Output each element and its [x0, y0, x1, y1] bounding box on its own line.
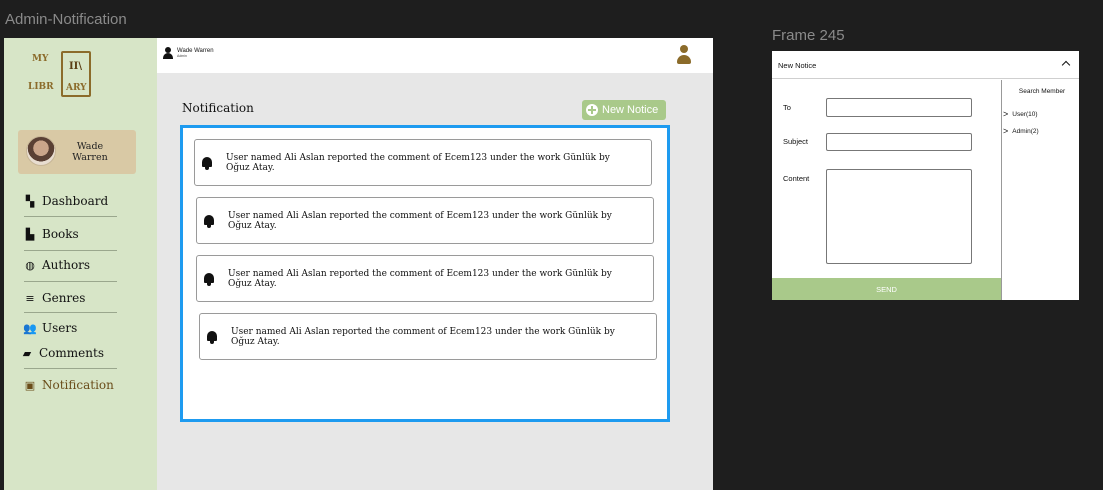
genres-icon: ≡	[25, 291, 35, 305]
subject-label: Subject	[783, 137, 809, 146]
my-library-logo: MY LIBR II\ ARY	[26, 50, 98, 102]
sidebar-item-comments[interactable]: ▰ Comments	[21, 343, 114, 363]
divider	[24, 250, 117, 251]
bell-icon	[203, 214, 215, 228]
send-button[interactable]: SEND	[772, 278, 1001, 300]
notification-item[interactable]: User named Ali Aslan reported the commen…	[196, 255, 654, 302]
sidebar-item-notification[interactable]: ▣ Notification	[24, 375, 117, 395]
sidebar-item-dashboard[interactable]: ▚ Dashboard	[24, 191, 117, 211]
bell-icon	[203, 272, 215, 286]
frame-label-frame-245: Frame 245	[772, 27, 845, 44]
member-group-label: Admin(2)	[1012, 127, 1039, 135]
sidebar-item-label: Authors	[42, 258, 91, 272]
member-group-admin[interactable]: > Admin(2)	[1003, 126, 1039, 136]
notification-item[interactable]: User named Ali Aslan reported the commen…	[196, 197, 654, 244]
search-member-label[interactable]: Search Member	[1008, 88, 1076, 95]
frame-label-admin: Admin-Notification	[5, 11, 127, 28]
member-group-user[interactable]: > User(10)	[1003, 109, 1038, 119]
page-title: Notification	[182, 101, 254, 115]
authors-icon: ◍	[25, 258, 35, 272]
avatar	[26, 136, 56, 166]
logo-box: II\ ARY	[61, 51, 91, 97]
plus-circle-icon	[586, 104, 598, 116]
sidebar-item-books[interactable]: ▙ Books	[24, 224, 117, 244]
user-icon	[163, 47, 173, 59]
sidebar: MY LIBR II\ ARY Wade Warren ▚ Dashboard …	[4, 38, 157, 490]
sidebar-item-label: Books	[42, 227, 79, 241]
notification-text: User named Ali Aslan reported the commen…	[228, 210, 612, 231]
new-notice-label: New Notice	[602, 104, 659, 116]
sidebar-item-label: Notification	[42, 378, 114, 392]
profile-name: Wade Warren	[72, 141, 108, 163]
notification-item[interactable]: User named Ali Aslan reported the commen…	[194, 139, 652, 186]
notification-text: User named Ali Aslan reported the commen…	[226, 152, 610, 173]
divider	[24, 216, 117, 217]
chevron-right-icon: >	[1003, 109, 1009, 119]
profile-card[interactable]: Wade Warren	[18, 130, 136, 174]
subject-field[interactable]	[826, 133, 972, 151]
comments-icon: ▰	[22, 346, 32, 360]
chevron-up-icon[interactable]	[1062, 59, 1070, 67]
to-label: To	[783, 103, 791, 112]
divider	[24, 368, 117, 369]
sidebar-item-label: Users	[42, 321, 78, 335]
notification-text: User named Ali Aslan reported the commen…	[228, 268, 612, 289]
topbar-user-role: Admin	[177, 54, 187, 58]
logo-text-libr: LIBR	[28, 82, 54, 92]
sidebar-item-genres[interactable]: ≡ Genres	[24, 288, 117, 308]
sidebar-item-label: Comments	[39, 346, 104, 360]
logo-text-ary: ARY	[66, 83, 87, 93]
dashboard-icon: ▚	[25, 194, 35, 208]
admin-notification-frame: MY LIBR II\ ARY Wade Warren ▚ Dashboard …	[4, 38, 713, 490]
books-icon: ▙	[25, 227, 35, 241]
bell-icon	[206, 330, 218, 344]
divider	[1001, 80, 1002, 300]
topbar-user[interactable]: Wade Warren Admin	[163, 47, 214, 59]
sidebar-item-users[interactable]: 👥 Users	[23, 318, 117, 338]
new-notice-button[interactable]: New Notice	[582, 100, 666, 120]
sidebar-item-authors[interactable]: ◍ Authors	[24, 255, 117, 275]
new-notice-title: New Notice	[778, 61, 817, 70]
notification-icon: ▣	[24, 378, 36, 392]
divider	[24, 281, 117, 282]
new-notice-header[interactable]: New Notice	[772, 51, 1079, 79]
content-label: Content	[783, 174, 810, 183]
logo-text-my: MY	[32, 54, 49, 64]
divider	[24, 312, 117, 313]
profile-icon[interactable]	[677, 45, 691, 65]
sidebar-item-label: Dashboard	[42, 194, 109, 208]
notification-text: User named Ali Aslan reported the commen…	[231, 326, 615, 347]
chevron-right-icon: >	[1003, 126, 1009, 136]
bell-icon	[201, 156, 213, 170]
users-icon: 👥	[23, 321, 37, 335]
sidebar-item-label: Genres	[42, 291, 86, 305]
to-field[interactable]	[826, 98, 972, 117]
top-bar: Wade Warren Admin	[157, 38, 713, 73]
member-group-label: User(10)	[1012, 110, 1038, 118]
notification-item[interactable]: User named Ali Aslan reported the commen…	[199, 313, 657, 360]
content-field[interactable]	[826, 169, 972, 264]
notification-list: User named Ali Aslan reported the commen…	[180, 125, 670, 422]
new-notice-dialog: New Notice To Subject Content SEND Searc…	[772, 51, 1079, 300]
